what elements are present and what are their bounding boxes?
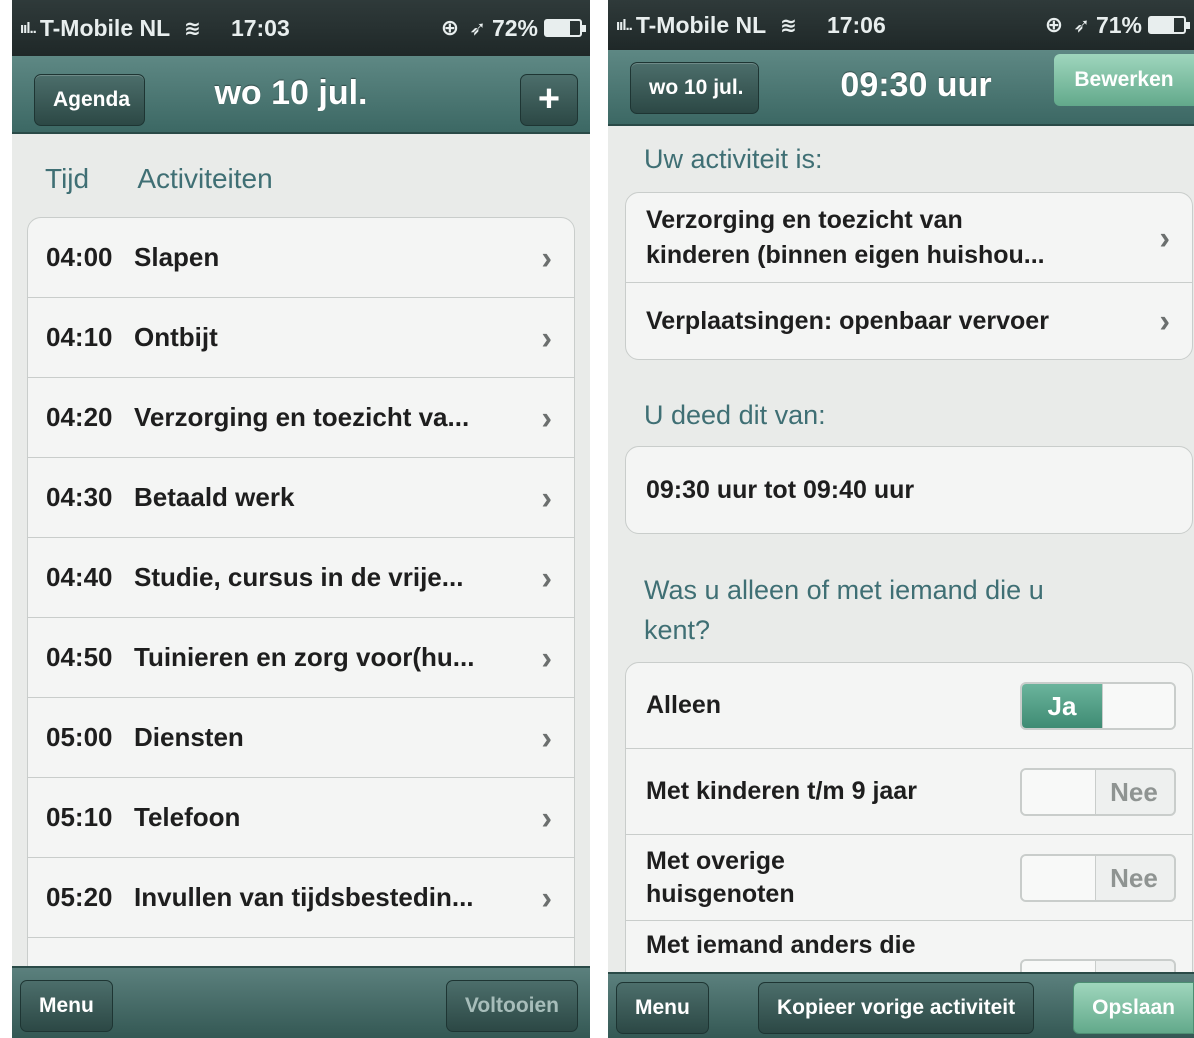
- activity-name: Telefoon: [134, 802, 241, 832]
- activity-line: Verzorging en toezicht van: [646, 205, 963, 234]
- activity-item[interactable]: Verplaatsingen: openbaar vervoer ›: [626, 283, 1192, 359]
- agenda-day-screen: ııl.. T-Mobile NL ≋ 17:03 ⊕ ➶ 72% Agenda…: [12, 0, 590, 1038]
- activity-detail-screen: ııl.. T-Mobile NL ≋ 17:06 ⊕ ➶ 71% wo 10 …: [608, 0, 1194, 1038]
- list-item[interactable]: 04:00 Slapen ›: [28, 218, 574, 298]
- copy-previous-button[interactable]: Kopieer vorige activiteit: [758, 982, 1035, 1034]
- location-icon: ➶: [1073, 14, 1090, 37]
- list-item[interactable]: 04:40 Studie, cursus in de vrije... ›: [28, 538, 574, 618]
- period-group: 09:30 uur tot 09:40 uur: [625, 446, 1193, 534]
- activity-time: 04:40: [46, 562, 113, 592]
- period-heading: U deed dit van:: [644, 400, 826, 430]
- period-value[interactable]: 09:30 uur tot 09:40 uur: [626, 447, 1192, 533]
- battery-icon: [1148, 16, 1190, 34]
- activity-name: Studie, cursus in de vrije...: [134, 562, 464, 592]
- activity-time: 04:00: [46, 242, 113, 272]
- status-bar: ııl.. T-Mobile NL ≋ 17:03 ⊕ ➶ 72%: [12, 0, 590, 56]
- bottom-toolbar: Menu Kopieer vorige activiteit Opslaan: [608, 972, 1194, 1038]
- battery-percent: 72%: [491, 14, 538, 41]
- toggle-label: Met overige: [646, 846, 785, 875]
- chevron-right-icon: ›: [1159, 302, 1170, 339]
- activity-group: Verzorging en toezicht van kinderen (bin…: [625, 192, 1193, 360]
- list-item[interactable]: 04:30 Betaald werk ›: [28, 458, 574, 538]
- toggle-row-housemates: Met overige huisgenoten Nee: [626, 835, 1192, 921]
- activity-line: kinderen (binnen eigen huishou...: [646, 240, 1045, 269]
- list-item[interactable]: 04:20 Verzorging en toezicht va... ›: [28, 378, 574, 458]
- navigation-bar: Agenda wo 10 jul. +: [12, 56, 590, 134]
- menu-button[interactable]: Menu: [616, 982, 709, 1034]
- switch-state: Nee: [1110, 776, 1158, 807]
- status-time: 17:03: [230, 14, 290, 41]
- chevron-right-icon: ›: [541, 239, 552, 275]
- menu-button[interactable]: Menu: [20, 980, 113, 1032]
- chevron-right-icon: ›: [1159, 219, 1170, 255]
- activity-name: Ontbijt: [134, 322, 218, 352]
- activity-name: Verzorging en toezicht va...: [134, 402, 470, 432]
- column-header-activity: Activiteiten: [137, 163, 273, 194]
- chevron-right-icon: ›: [541, 719, 552, 755]
- company-question: Was u alleen of met iemand die u kent?: [644, 575, 1044, 645]
- alone-switch[interactable]: Ja: [1020, 681, 1176, 730]
- edit-button[interactable]: Bewerken: [1054, 54, 1194, 106]
- toggle-row-children: Met kinderen t/m 9 jaar Nee: [626, 749, 1192, 835]
- bottom-toolbar: Menu Voltooien: [12, 966, 590, 1038]
- list-item[interactable]: 05:10 Telefoon ›: [28, 778, 574, 858]
- chevron-right-icon: ›: [541, 799, 552, 835]
- carrier-label: T-Mobile NL: [635, 11, 767, 38]
- activity-name: Diensten: [134, 722, 244, 752]
- location-icon: ➶: [469, 17, 486, 40]
- add-button[interactable]: +: [520, 74, 578, 126]
- toggle-row-alone: Alleen Ja: [626, 663, 1192, 749]
- chevron-right-icon: ›: [541, 639, 552, 675]
- activity-time: 05:10: [46, 802, 113, 832]
- activity-time: 04:50: [46, 642, 113, 672]
- activity-time: 04:20: [46, 402, 113, 432]
- activity-name: Slapen: [134, 242, 220, 272]
- toggle-label: Alleen: [646, 691, 722, 719]
- wifi-icon: ≋: [184, 17, 201, 40]
- rotation-lock-icon: ⊕: [440, 15, 460, 40]
- activity-item[interactable]: Verzorging en toezicht van kinderen (bin…: [626, 193, 1192, 283]
- signal-icon: ııl..: [616, 16, 633, 34]
- list-item[interactable]: 05:20 Invullen van tijdsbestedin... ›: [28, 858, 574, 938]
- chevron-right-icon: ›: [541, 319, 552, 355]
- battery-percent: 71%: [1095, 11, 1142, 38]
- activity-time: 05:20: [46, 882, 113, 912]
- column-headers: Tijd Activiteiten: [45, 163, 315, 195]
- navigation-bar: wo 10 jul. 09:30 uur Bewerken: [608, 50, 1194, 126]
- company-toggles: Alleen Ja Met kinderen t/m 9 jaar Nee Me…: [625, 662, 1193, 1002]
- activity-list: 04:00 Slapen › 04:10 Ontbijt › 04:20 Ver…: [27, 217, 575, 1019]
- chevron-right-icon: ›: [541, 559, 552, 595]
- activity-time: 04:10: [46, 322, 113, 352]
- save-button[interactable]: Opslaan: [1073, 982, 1194, 1034]
- activity-name: Betaald werk: [134, 482, 295, 512]
- chevron-right-icon: ›: [541, 879, 552, 915]
- switch-state: Ja: [1022, 683, 1102, 728]
- chevron-right-icon: ›: [541, 399, 552, 435]
- activity-name: Tuinieren en zorg voor(hu...: [134, 642, 475, 672]
- column-header-time: Tijd: [45, 163, 90, 194]
- rotation-lock-icon: ⊕: [1044, 12, 1064, 37]
- housemates-switch[interactable]: Nee: [1020, 853, 1176, 902]
- toggle-label: huisgenoten: [646, 879, 795, 908]
- chevron-right-icon: ›: [541, 479, 552, 515]
- battery-icon: [544, 19, 586, 37]
- list-item[interactable]: 04:50 Tuinieren en zorg voor(hu... ›: [28, 618, 574, 698]
- activity-name: Invullen van tijdsbestedin...: [134, 882, 474, 912]
- switch-state: Nee: [1110, 862, 1158, 893]
- carrier-label: T-Mobile NL: [39, 14, 171, 41]
- wifi-icon: ≋: [780, 14, 797, 37]
- status-time: 17:06: [826, 11, 886, 38]
- list-item[interactable]: 05:00 Diensten ›: [28, 698, 574, 778]
- signal-icon: ııl..: [20, 19, 37, 37]
- complete-button[interactable]: Voltooien: [445, 980, 578, 1032]
- activity-time: 05:00: [46, 722, 113, 752]
- status-bar: ııl.. T-Mobile NL ≋ 17:06 ⊕ ➶ 71%: [608, 0, 1194, 50]
- activity-time: 04:30: [46, 482, 113, 512]
- toggle-label: Met kinderen t/m 9 jaar: [646, 777, 917, 805]
- activity-heading: Uw activiteit is:: [644, 144, 823, 174]
- children-switch[interactable]: Nee: [1020, 767, 1176, 816]
- toggle-label: Met iemand anders die: [646, 931, 916, 959]
- list-item[interactable]: 04:10 Ontbijt ›: [28, 298, 574, 378]
